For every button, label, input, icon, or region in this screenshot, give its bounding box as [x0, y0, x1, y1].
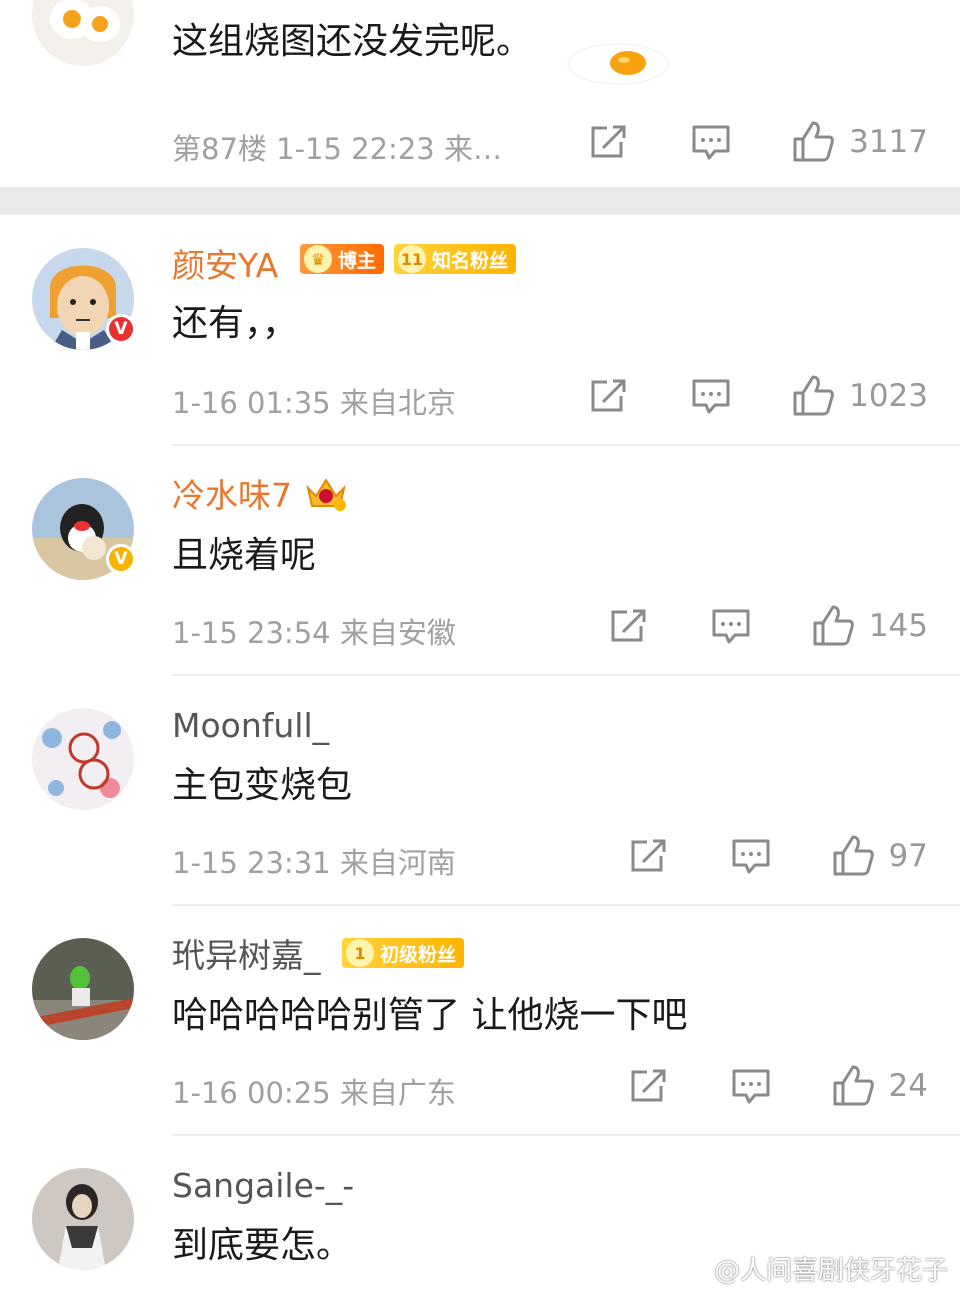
share-icon[interactable]: [629, 836, 669, 876]
weibo-logo-icon: [679, 1258, 709, 1281]
share-icon[interactable]: [609, 606, 649, 646]
crown-badge-icon[interactable]: [304, 474, 348, 514]
divider: [172, 904, 960, 906]
divider: [172, 1134, 960, 1136]
username[interactable]: Sangaile-_-: [172, 1166, 354, 1206]
like-count: 97: [888, 838, 928, 874]
share-icon[interactable]: [629, 1066, 669, 1106]
verified-badge-icon: V: [106, 314, 136, 344]
like-icon[interactable]: [811, 604, 855, 648]
like-count: 24: [888, 1068, 928, 1104]
share-icon[interactable]: [589, 376, 629, 416]
comment-meta: 1-15 23:54 来自安徽: [172, 616, 456, 650]
fan-badge-label: 初级粉丝: [380, 943, 457, 966]
watermark-text: @人间喜剧侠牙花子: [713, 1256, 948, 1286]
reply-icon[interactable]: [691, 122, 731, 162]
like-count: 1023: [849, 378, 928, 414]
username[interactable]: 冷水味7: [172, 476, 292, 516]
like-icon[interactable]: [831, 834, 875, 878]
divider: [172, 444, 960, 446]
comment-text: 且烧着呢: [172, 535, 317, 576]
reply-icon[interactable]: [731, 1066, 771, 1106]
username[interactable]: 颜安YA: [172, 246, 278, 286]
blogger-badge-label: 博主: [338, 249, 377, 272]
avatar[interactable]: [32, 708, 134, 810]
username[interactable]: Moonfull_: [172, 706, 329, 746]
crown-icon: ♛: [304, 245, 332, 273]
comment-actions: 3117: [589, 120, 928, 164]
comment-meta: 1-15 23:31 来自河南: [172, 846, 456, 880]
comment-text: 还有，，: [172, 303, 299, 344]
comment-text: 主包变烧包: [172, 765, 353, 806]
avatar[interactable]: [32, 1168, 134, 1270]
avatar[interactable]: V: [32, 248, 136, 350]
comment-text: 这组烧图还没发完呢。: [172, 21, 533, 62]
like-icon[interactable]: [791, 120, 835, 164]
comment-text: 哈哈哈哈哈别管了 让他烧一下吧: [172, 995, 688, 1036]
like-icon[interactable]: [791, 374, 835, 418]
reply-icon[interactable]: [731, 836, 771, 876]
comment-meta: 1-16 01:35 来自北京: [172, 386, 456, 420]
comment-actions: 97: [629, 834, 928, 878]
blogger-badge[interactable]: ♛ 博主: [300, 244, 385, 274]
fan-level-badge[interactable]: 1 初级粉丝: [342, 938, 465, 968]
comment-text: 到底要怎。: [172, 1225, 353, 1266]
verified-badge-icon: V: [106, 544, 136, 574]
avatar[interactable]: [32, 0, 134, 66]
user-badges: 1 初级粉丝: [342, 938, 465, 968]
comment-actions: 24: [629, 1064, 928, 1108]
fan-level-number: 1: [346, 939, 374, 967]
like-count: 145: [868, 608, 928, 644]
avatar-image: [32, 708, 134, 810]
reply-icon[interactable]: [711, 606, 751, 646]
user-badges: ♛ 博主 11 知名粉丝: [300, 244, 517, 274]
watermark: @人间喜剧侠牙花子: [679, 1250, 948, 1287]
like-count: 3117: [849, 124, 928, 160]
reply-icon[interactable]: [691, 376, 731, 416]
avatar[interactable]: V: [32, 478, 136, 580]
fan-level-number: 11: [398, 245, 427, 273]
comment-meta: 第87楼 1-15 22:23 来…: [172, 132, 502, 166]
section-divider: [0, 187, 960, 215]
divider: [172, 674, 960, 676]
comment-actions: 145: [609, 604, 928, 648]
avatar-image: [32, 1168, 134, 1270]
comment-actions: 1023: [589, 374, 928, 418]
fan-level-badge[interactable]: 11 知名粉丝: [394, 244, 517, 274]
like-icon[interactable]: [831, 1064, 875, 1108]
comment-meta: 1-16 00:25 来自广东: [172, 1076, 456, 1110]
avatar-image: [32, 938, 134, 1040]
fan-badge-label: 知名粉丝: [432, 249, 509, 272]
username[interactable]: 玳异树嘉_: [172, 936, 321, 976]
share-icon[interactable]: [589, 122, 629, 162]
fried-egg-sticker: [567, 43, 669, 85]
avatar-image: [32, 0, 134, 66]
avatar[interactable]: [32, 938, 134, 1040]
